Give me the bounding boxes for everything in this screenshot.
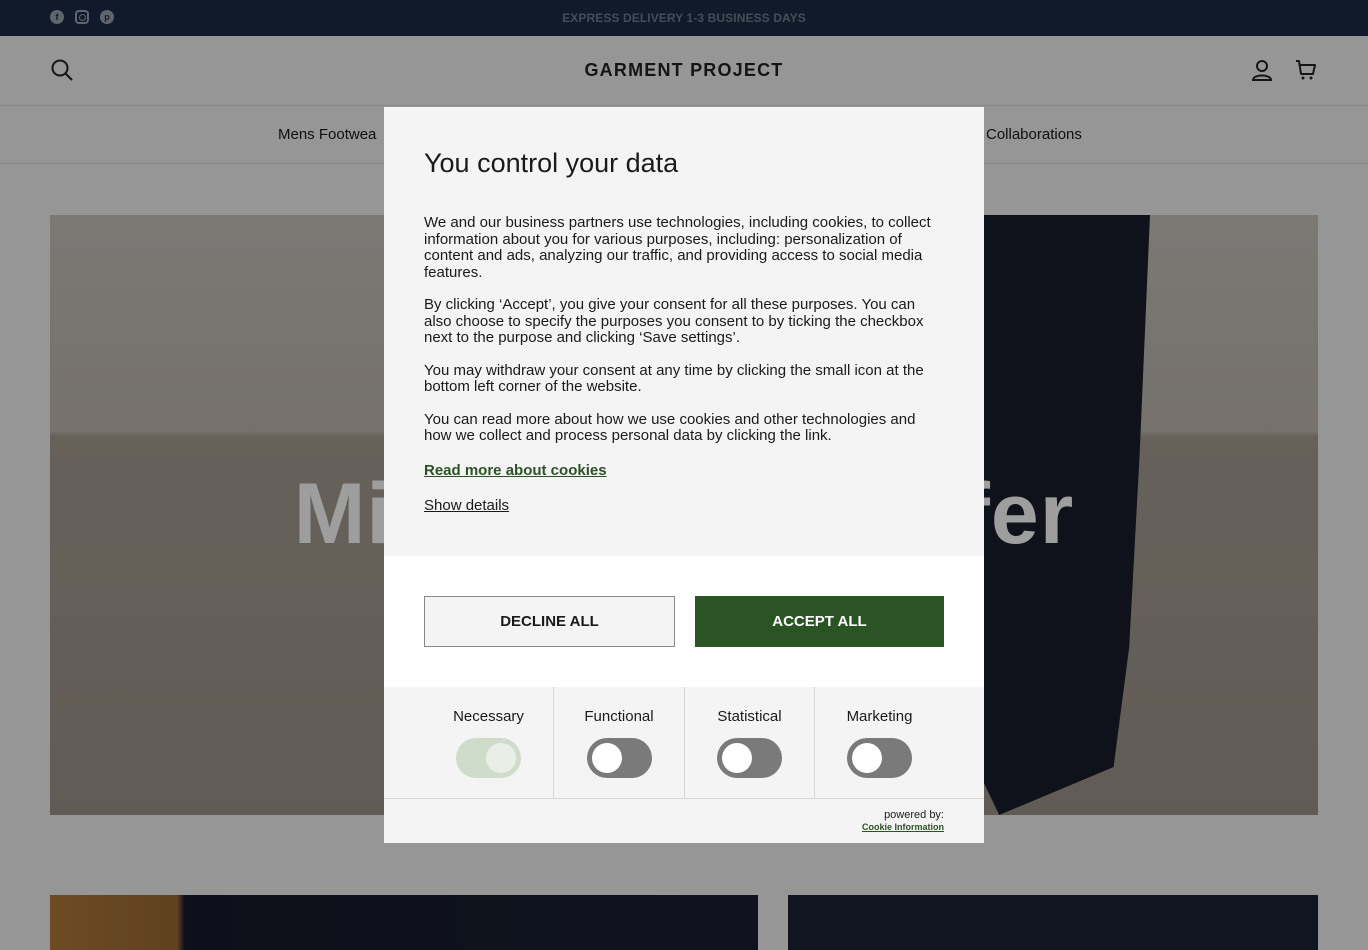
cookie-info-section: You control your data We and our busines…: [384, 107, 984, 556]
show-details-link[interactable]: Show details: [424, 497, 944, 514]
toggle-knob: [591, 743, 622, 773]
cookie-paragraph: We and our business partners use technol…: [424, 214, 931, 281]
statistical-toggle[interactable]: [717, 738, 782, 778]
cookie-paragraph: By clicking ‘Accept’, you give your cons…: [424, 296, 924, 347]
category-necessary: Necessary: [424, 687, 553, 798]
toggle-knob: [722, 743, 752, 773]
marketing-toggle[interactable]: [847, 738, 912, 778]
cookie-modal-title: You control your data: [424, 148, 679, 178]
necessary-toggle: [456, 738, 521, 778]
toggle-knob: [852, 743, 882, 773]
cookie-category-toggles: Necessary Functional Statistical Marketi…: [384, 687, 984, 799]
cookie-paragraph: You may withdraw your consent at any tim…: [424, 361, 924, 396]
cookie-paragraph: You can read more about how we use cooki…: [424, 410, 916, 445]
category-functional: Functional: [553, 687, 684, 798]
powered-by-text: powered by:: [884, 809, 944, 821]
functional-toggle[interactable]: [586, 738, 652, 778]
cookie-consent-modal: You control your data We and our busines…: [384, 107, 984, 843]
cookie-information-link[interactable]: Cookie Information: [862, 822, 944, 832]
toggle-knob: [486, 743, 516, 773]
cookie-buttons: DECLINE ALL ACCEPT ALL: [384, 556, 984, 687]
category-label: Marketing: [846, 708, 913, 725]
category-marketing: Marketing: [814, 687, 944, 798]
cookie-modal-footer: powered by: Cookie Information: [384, 799, 984, 843]
category-statistical: Statistical: [684, 687, 814, 798]
accept-all-button[interactable]: ACCEPT ALL: [695, 596, 944, 647]
category-label: Necessary: [453, 708, 524, 725]
decline-all-button[interactable]: DECLINE ALL: [424, 596, 675, 647]
read-more-cookies-link[interactable]: Read more about cookies: [424, 462, 944, 479]
category-label: Statistical: [717, 708, 782, 725]
category-label: Functional: [584, 708, 654, 725]
